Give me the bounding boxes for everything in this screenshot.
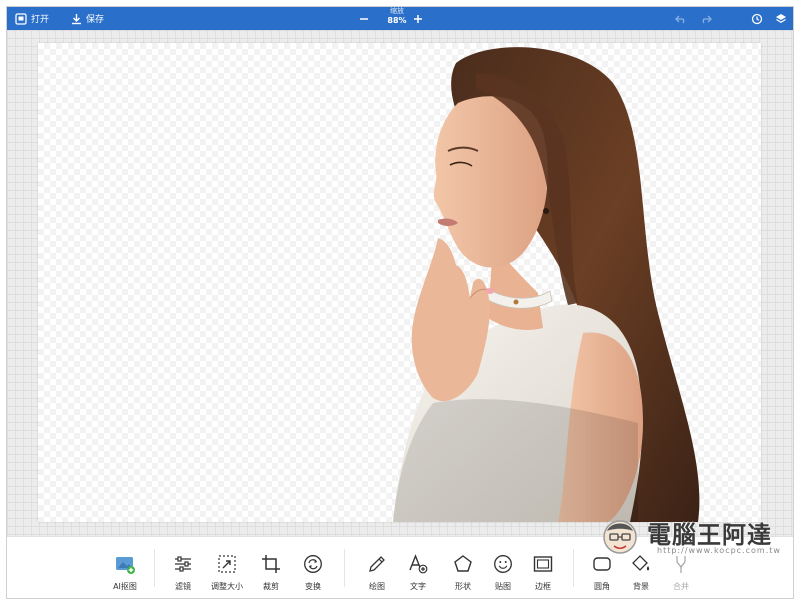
pencil-icon (369, 556, 385, 572)
text-icon (409, 554, 428, 574)
zoom-out-button[interactable] (359, 7, 369, 30)
top-toolbar: 打开 保存 缩放 88% (7, 7, 793, 30)
watermark-url: http://www.kocpc.com.tw (657, 546, 781, 555)
open-image-icon (15, 12, 27, 25)
workspace (7, 30, 793, 536)
download-icon (71, 13, 82, 25)
tool-ai-cutout[interactable]: AI抠图 (103, 537, 147, 598)
redo-icon (702, 15, 712, 23)
zoom-label: 缩放 (390, 7, 404, 15)
crop-icon (262, 555, 280, 573)
sticker-icon (494, 555, 512, 573)
open-button[interactable]: 打开 (15, 7, 49, 30)
history-button[interactable] (751, 7, 763, 30)
tool-label: 变换 (305, 582, 321, 591)
watermark-title: 電腦王阿達 (647, 521, 772, 550)
tool-text[interactable]: 文字 (396, 537, 440, 598)
ai-cutout-icon (116, 557, 135, 574)
tool-label: 边框 (535, 582, 551, 591)
redo-button[interactable] (699, 7, 712, 30)
zoom-value: 88% (387, 16, 407, 25)
zoom-indicator: 缩放 88% (381, 7, 413, 26)
zoom-in-button[interactable] (413, 7, 423, 30)
open-label: 打开 (31, 15, 50, 25)
undo-button[interactable] (675, 7, 688, 30)
tool-label: AI抠图 (113, 582, 137, 591)
layers-icon (776, 13, 786, 23)
tool-border[interactable]: 边框 (521, 537, 565, 598)
history-icon (751, 13, 763, 24)
frame-icon (533, 556, 553, 572)
resize-icon (218, 555, 236, 573)
undo-icon (675, 15, 685, 23)
tool-transform[interactable]: 变换 (291, 537, 335, 598)
sliders-icon (175, 556, 191, 572)
rotate-icon (304, 555, 322, 573)
image-canvas[interactable] (38, 43, 761, 522)
save-button[interactable]: 保存 (71, 7, 104, 30)
shape-icon (454, 555, 472, 572)
mascot-logo-icon (603, 520, 637, 554)
plus-icon (414, 14, 422, 23)
minus-icon (360, 17, 368, 20)
layers-button[interactable] (775, 7, 787, 30)
cutout-portrait-image (393, 47, 700, 522)
site-watermark: 電腦王阿達 http://www.kocpc.com.tw (599, 515, 789, 561)
toolbar-divider (344, 549, 345, 587)
tool-label: 合并 (673, 582, 689, 591)
app-window: 打开 保存 缩放 88% AI抠图 滤镜 调整大小 裁剪 变换 绘图 文字 形状… (6, 6, 794, 599)
save-label: 保存 (86, 15, 105, 25)
